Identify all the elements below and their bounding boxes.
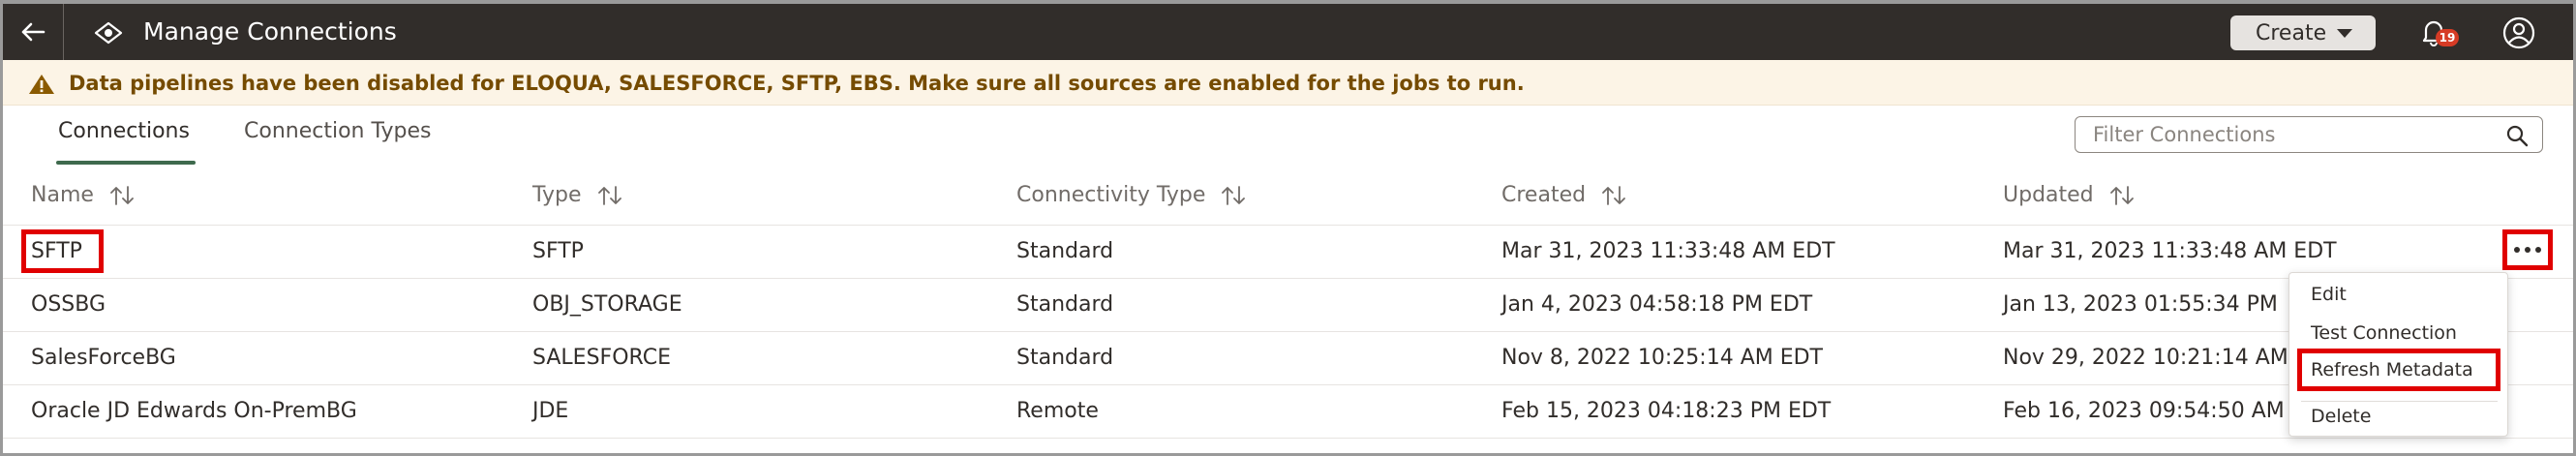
column-header-connectivity-type[interactable]: Connectivity Type — [1016, 182, 1246, 209]
row-divider — [3, 438, 2573, 439]
column-header-created[interactable]: Created — [1501, 182, 1626, 209]
menu-item-delete[interactable]: Delete — [2311, 405, 2371, 428]
cell-updated: Nov 29, 2022 10:21:14 AM — [2003, 346, 2288, 370]
filter-connections-input[interactable] — [2093, 121, 2480, 148]
column-header-type[interactable]: Type — [532, 182, 622, 209]
highlight-box-refresh-metadata — [2297, 349, 2500, 391]
column-header-updated[interactable]: Updated — [2003, 182, 2135, 209]
cell-created: Jan 4, 2023 04:58:18 PM EDT — [1501, 292, 1813, 317]
cell-updated: Feb 16, 2023 09:54:50 AM — [2003, 399, 2285, 423]
cell-updated: Mar 31, 2023 11:33:48 AM EDT — [2003, 239, 2337, 263]
sort-icon[interactable] — [109, 185, 135, 206]
filter-box — [2075, 116, 2543, 153]
row-actions-button[interactable] — [2502, 229, 2553, 270]
cell-connectivity: Standard — [1016, 239, 1114, 263]
menu-item-edit[interactable]: Edit — [2311, 283, 2347, 306]
column-header-label: Connectivity Type — [1016, 183, 1206, 207]
header-divider — [63, 4, 64, 60]
sort-icon[interactable] — [1221, 185, 1246, 206]
column-header-label: Created — [1501, 183, 1587, 207]
more-icon — [2514, 247, 2541, 253]
warning-icon — [29, 75, 54, 94]
menu-item-test-connection[interactable]: Test Connection — [2311, 321, 2457, 345]
column-header-label: Name — [31, 183, 94, 207]
sort-icon[interactable] — [1601, 185, 1626, 206]
column-header-label: Updated — [2003, 183, 2094, 207]
sort-icon[interactable] — [2109, 185, 2135, 206]
create-button[interactable]: Create — [2230, 15, 2376, 50]
top-header: Manage Connections Create 19 — [3, 4, 2573, 60]
row-divider — [3, 331, 2573, 332]
back-arrow-icon — [21, 22, 45, 42]
cell-created: Mar 31, 2023 11:33:48 AM EDT — [1501, 239, 1835, 263]
create-button-label: Create — [2256, 20, 2327, 46]
selected-tab-indicator — [56, 161, 196, 165]
cell-name[interactable]: OSSBG — [31, 291, 106, 319]
column-header-label: Type — [532, 183, 582, 207]
sort-icon[interactable] — [597, 185, 622, 206]
cell-type: SALESFORCE — [532, 346, 671, 370]
warning-banner: Data pipelines have been disabled for EL… — [3, 60, 2573, 106]
row-divider — [3, 225, 2573, 226]
cell-type: SFTP — [532, 239, 584, 263]
menu-divider — [2301, 401, 2498, 402]
cell-type: JDE — [532, 399, 569, 423]
notification-badge: 19 — [2436, 29, 2459, 46]
row-divider — [3, 384, 2573, 385]
cell-type: OBJ_STORAGE — [532, 292, 682, 317]
cell-connectivity: Remote — [1016, 399, 1099, 423]
column-header-name[interactable]: Name — [31, 182, 135, 209]
cell-created: Nov 8, 2022 10:25:14 AM EDT — [1501, 346, 1823, 370]
user-icon[interactable] — [2502, 16, 2535, 49]
cell-connectivity: Standard — [1016, 292, 1114, 317]
cell-updated: Jan 13, 2023 01:55:34 PM — [2003, 292, 2278, 317]
app-window: Manage Connections Create 19 Data pipeli… — [0, 0, 2576, 456]
highlight-box-sftp — [21, 229, 104, 273]
banner-message: Data pipelines have been disabled for EL… — [69, 72, 1525, 95]
eye-icon — [94, 21, 123, 45]
cell-name[interactable]: Oracle JD Edwards On-PremBG — [31, 398, 357, 425]
back-button[interactable] — [16, 17, 49, 46]
search-icon[interactable] — [2505, 124, 2529, 147]
cell-name[interactable]: SalesForceBG — [31, 345, 176, 372]
cell-connectivity: Standard — [1016, 346, 1114, 370]
chevron-down-icon — [2337, 29, 2352, 38]
tab-connections[interactable]: Connections — [58, 118, 190, 145]
tab-connection-types[interactable]: Connection Types — [244, 118, 431, 145]
row-divider — [3, 278, 2573, 279]
page-title: Manage Connections — [143, 17, 397, 46]
row-actions-menu: Edit Test Connection Refresh Metadata De… — [2288, 272, 2508, 437]
cell-created: Feb 15, 2023 04:18:23 PM EDT — [1501, 399, 1832, 423]
